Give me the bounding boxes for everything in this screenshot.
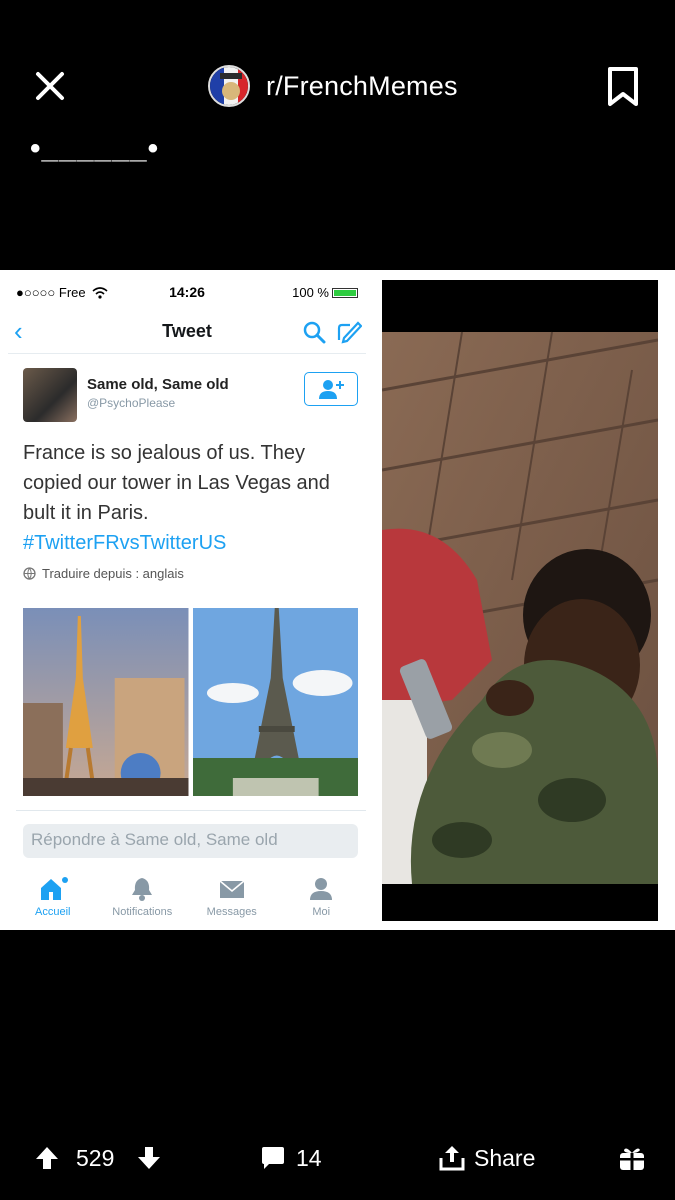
bottom-action-bar: 529 14 Share — [0, 1130, 675, 1186]
tweet-photos — [23, 608, 358, 796]
tweet-photo-las-vegas — [23, 608, 189, 796]
add-user-icon — [319, 380, 344, 399]
comment-count: 14 — [296, 1144, 322, 1171]
tweet-nav-bar: ‹ Tweet — [8, 308, 366, 354]
subreddit-avatar — [208, 65, 250, 107]
gift-icon — [620, 1148, 644, 1170]
downvote-button[interactable] — [136, 1140, 162, 1176]
battery-icon — [332, 288, 358, 299]
share-label: Share — [474, 1144, 536, 1171]
person-icon — [310, 878, 333, 900]
top-bar: r/FrenchMemes •______• — [0, 0, 675, 175]
arrow-down-icon — [138, 1147, 160, 1169]
globe-icon — [23, 567, 36, 580]
post-title: •______• — [30, 132, 160, 165]
post-image[interactable]: ●○○○○ Free 14:26 100 % ‹ Tweet Same old,… — [0, 270, 675, 930]
tweet-screenshot: ●○○○○ Free 14:26 100 % ‹ Tweet Same old,… — [8, 276, 366, 930]
divider — [16, 810, 366, 811]
share-icon — [439, 1146, 465, 1171]
tweet-tab-bar: Accueil Notifications Messages Moi — [8, 868, 366, 930]
reply-field: Répondre à Same old, Same old — [23, 824, 358, 858]
arrow-up-icon — [36, 1147, 58, 1169]
author-avatar — [23, 368, 77, 422]
tweet-body: France is so jealous of us. They copied … — [23, 442, 330, 524]
tab-notifications: Notifications — [98, 868, 188, 930]
author-handle: @PsychoPlease — [87, 396, 176, 410]
envelope-icon — [219, 880, 245, 898]
compose-icon — [337, 321, 362, 344]
translate-label: Traduire depuis : anglais — [42, 566, 184, 581]
share-button[interactable]: Share — [438, 1140, 535, 1176]
comment-icon — [262, 1147, 284, 1169]
award-button[interactable] — [618, 1140, 646, 1176]
bookmark-icon — [608, 67, 638, 106]
tweet-hashtag: #TwitterFRvsTwitterUS — [23, 532, 227, 554]
save-button[interactable] — [604, 66, 642, 108]
translate-link: Traduire depuis : anglais — [8, 558, 366, 589]
close-button[interactable] — [34, 70, 66, 102]
tab-accueil: Accueil — [8, 868, 98, 930]
score: 529 — [76, 1144, 115, 1171]
subreddit-link[interactable]: r/FrenchMemes — [208, 64, 458, 108]
author-name: Same old, Same old — [87, 376, 229, 393]
comments-button[interactable]: 14 — [260, 1140, 322, 1176]
wifi-icon — [92, 287, 108, 299]
carrier-label: ●○○○○ Free — [16, 285, 130, 300]
status-time: 14:26 — [169, 284, 205, 300]
tweet-photo-paris — [192, 608, 358, 796]
tab-moi: Moi — [277, 868, 367, 930]
home-icon — [40, 877, 68, 900]
upvote-button[interactable] — [34, 1140, 60, 1176]
subreddit-name: r/FrenchMemes — [266, 70, 458, 101]
tweet-author: Same old, Same old @PsychoPlease — [8, 354, 366, 426]
close-icon — [36, 72, 64, 100]
bell-icon — [132, 878, 153, 901]
reaction-photo — [382, 280, 658, 921]
battery-status: 100 % — [244, 285, 358, 300]
follow-button — [304, 372, 358, 406]
search-icon — [303, 321, 326, 344]
status-bar: ●○○○○ Free 14:26 100 % — [8, 276, 366, 308]
tweet-text: France is so jealous of us. They copied … — [8, 426, 366, 558]
tab-messages: Messages — [187, 868, 277, 930]
